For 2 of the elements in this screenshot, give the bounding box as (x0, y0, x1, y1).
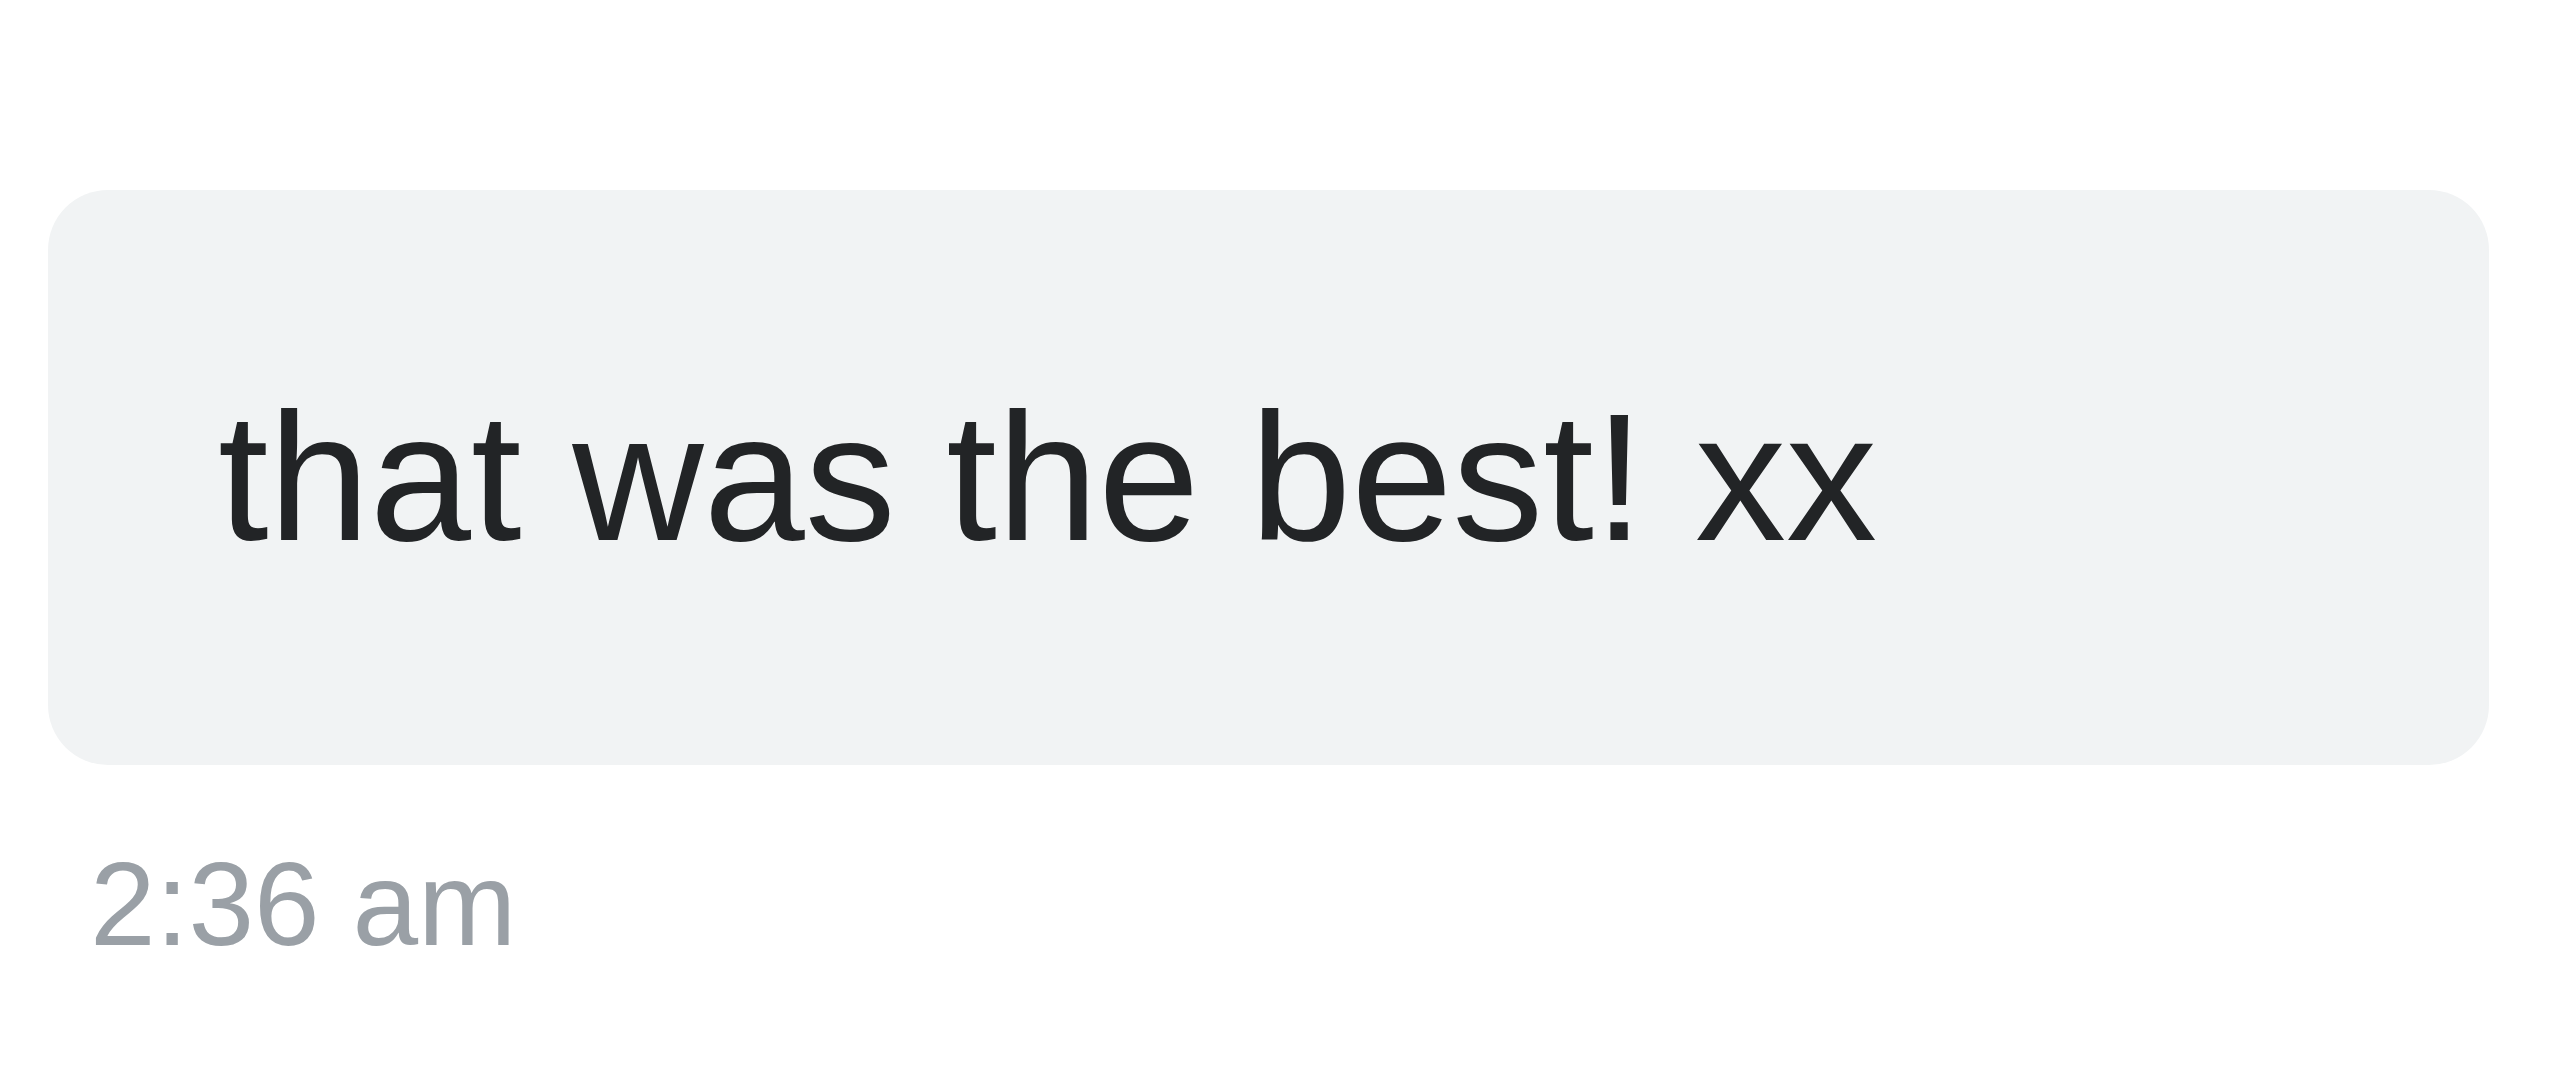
message-text: that was the best! xx (218, 377, 1878, 578)
timestamp: 2:36 am (89, 845, 517, 963)
